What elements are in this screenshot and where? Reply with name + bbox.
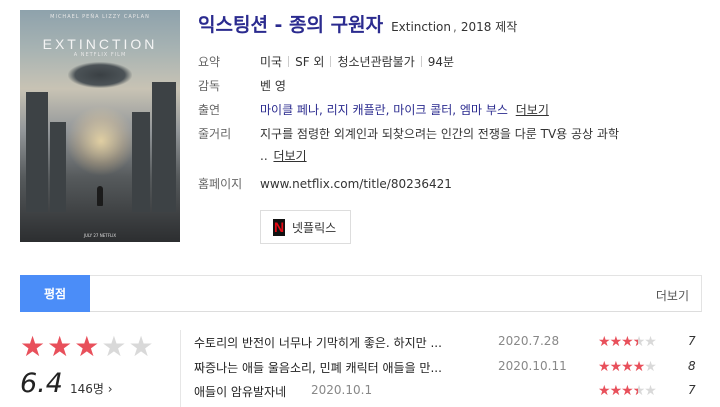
star-icon: ★ [74,330,100,363]
homepage-label: 홈페이지 [198,177,243,191]
divider [180,330,181,407]
netflix-label: 넷플릭스 [292,220,337,235]
poster-studio: A NETFLIX FILM [73,52,127,58]
poster-building [50,122,66,212]
title-row: 익스팅션 - 종의 구원자 Extinction , 2018 제작 [198,10,518,37]
homepage-link[interactable]: www.netflix.com/title/80236421 [260,176,452,192]
movie-poster[interactable]: MICHAEL PEÑA LIZZY CAPLAN EXTINCTION A N… [20,10,180,242]
star-icon: ★ [633,334,646,350]
review-stars: ★★★★★ [598,359,657,375]
star-icon: ★ [621,334,634,350]
plot-continued: .. 더보기 [260,148,307,164]
rating-count-link[interactable]: 146명 › [70,380,113,397]
cast-links[interactable]: 마이클 페나, 리지 캐플란, 마이크 콜터, 엠마 부스 [260,103,508,117]
poster-building [152,82,176,212]
review-stars: ★★★★★ [598,383,657,399]
netflix-icon: N [273,218,285,236]
summary-runtime: 94분 [427,55,455,69]
review-score: 8 [688,359,696,373]
review-date: 2020.7.28 [498,334,560,348]
review-item[interactable]: 짜증나는 애들 울음소리, 민폐 캐릭터 애들을 만... 2020.10.11… [194,359,704,379]
review-text[interactable]: 수토리의 반전이 너무나 기막히게 좋은. 하지만 ... [194,334,442,351]
summary-rating: 청소년관람불가 [337,55,415,69]
star-icon: ★ [644,359,657,375]
tab-more-link[interactable]: 더보기 [656,287,689,304]
review-text[interactable]: 애들이 암유발자네 [194,383,286,400]
review-stars: ★★★★★ [598,334,657,350]
star-icon: ★ [598,334,611,350]
summary-country: 미국 [260,55,283,69]
production-year: 2018 제작 [460,20,518,34]
poster-building [132,112,150,212]
star-icon: ★ [609,359,623,375]
cast-value: 마이클 페나, 리지 캐플란, 마이크 콜터, 엠마 부스 더보기 [260,102,549,118]
poster-glow [66,106,136,176]
rating-tabbar: 평점 더보기 [20,275,702,312]
review-item[interactable]: 수토리의 반전이 너무나 기막히게 좋은. 하지만 ... 2020.7.28 … [194,334,704,354]
poster-release: JULY 27 NETFLIX [83,233,117,238]
star-icon: ★ [621,383,634,399]
movie-title[interactable]: 익스팅션 - 종의 구원자 [198,10,383,37]
review-text[interactable]: 짜증나는 애들 울음소리, 민폐 캐릭터 애들을 만... [194,359,442,376]
poster-figure [97,186,103,206]
rating-stars: ★ ★ ★ ★ ★ [20,333,154,361]
plot-text: 지구를 점령한 외계인과 되찾으려는 인간의 전쟁을 다룬 TV용 공상 과학 [260,127,619,141]
summary-label: 요약 [198,55,221,69]
star-icon: ★ [598,383,611,399]
netflix-button[interactable]: N 넷플릭스 [260,210,352,244]
star-icon: ★ [644,383,657,399]
director-label: 감독 [198,79,221,93]
plot-label: 줄거리 [198,127,232,141]
director-link[interactable]: 벤 영 [260,78,286,94]
cast-label: 출연 [198,103,221,117]
rating-score: 6.4 [20,368,63,399]
summary-genre: SF 외 [295,55,325,69]
star-icon: ★ [609,383,623,399]
plot-ellipsis: .. [260,149,268,163]
star-icon: ★ [47,330,73,363]
review-score: 7 [688,334,696,348]
poster-building [26,92,48,212]
poster-logo: EXTINCTION [42,36,158,52]
summary-value: 미국 SF 외 청소년관람불가 94분 [260,54,454,70]
review-date: 2020.10.11 [498,359,567,373]
star-icon: ★ [609,334,623,350]
star-icon: ★ [20,330,46,363]
review-item[interactable]: 애들이 암유발자네 2020.10.1 ★★★★★ 7 [194,383,704,403]
poster-cast-line: MICHAEL PEÑA LIZZY CAPLAN [50,14,150,20]
tab-rating[interactable]: 평점 [20,275,90,312]
star-icon: ★ [633,383,646,399]
cast-more-link[interactable]: 더보기 [516,103,549,117]
star-icon: ★ [644,334,657,350]
star-icon: ★ [598,359,611,375]
plot-more-link[interactable]: 더보기 [273,149,306,163]
star-icon: ★ [632,359,646,375]
star-icon: ★ [128,330,154,363]
poster-spaceship [68,62,132,88]
star-icon: ★ [101,330,127,363]
review-score: 7 [688,383,696,397]
review-date: 2020.10.1 [311,383,373,397]
original-title: Extinction [391,20,451,34]
star-icon: ★ [621,359,634,375]
